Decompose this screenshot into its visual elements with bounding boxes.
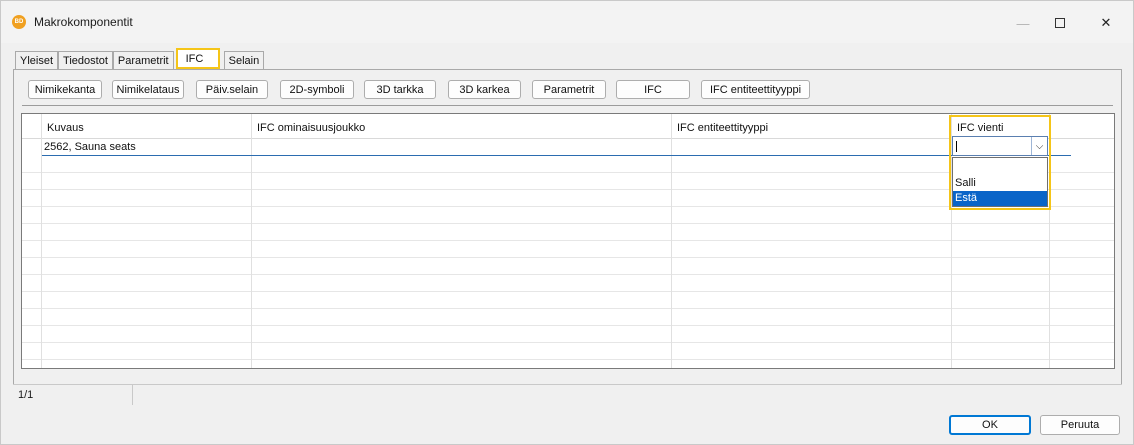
component-grid[interactable]: Kuvaus IFC ominaisuusjoukko IFC entiteet…	[21, 113, 1115, 369]
text-caret	[956, 141, 957, 152]
ifc-vienti-dropdown-list: Salli Estä	[952, 157, 1048, 207]
app-logo-icon: BD	[12, 15, 26, 29]
toolbar-divider	[22, 105, 1113, 106]
parametrit-button[interactable]: Parametrit	[532, 80, 606, 99]
close-button[interactable]: ✕	[1084, 9, 1128, 37]
ifc-entiteettityyppi-button[interactable]: IFC entiteettityyppi	[701, 80, 810, 99]
2d-symboli-button[interactable]: 2D-symboli	[280, 80, 354, 99]
chevron-down-icon[interactable]: ⌵	[1031, 137, 1047, 155]
paiv-selain-button[interactable]: Päiv.selain	[196, 80, 268, 99]
3d-karkea-button[interactable]: 3D karkea	[448, 80, 521, 99]
selected-row-underline	[42, 155, 1071, 156]
nimikelataus-button[interactable]: Nimikelataus	[112, 80, 184, 99]
3d-tarkka-button[interactable]: 3D tarkka	[364, 80, 436, 99]
grid-body: Kuvaus IFC ominaisuusjoukko IFC entiteet…	[22, 114, 1114, 368]
maximize-button[interactable]	[1038, 9, 1082, 37]
tab-selain[interactable]: Selain	[223, 51, 265, 69]
close-icon: ✕	[1100, 15, 1112, 30]
tab-tiedostot[interactable]: Tiedostot	[58, 51, 113, 69]
cell-kuvaus[interactable]: 2562, Sauna seats	[42, 140, 251, 156]
cell-ifc-ominaisuusjoukko[interactable]	[252, 140, 671, 156]
cancel-button[interactable]: Peruuta	[1040, 415, 1120, 435]
status-bar: 1/1	[13, 384, 1122, 405]
record-counter: 1/1	[18, 389, 34, 401]
window-title: Makrokomponentit	[34, 15, 133, 29]
ok-button[interactable]: OK	[949, 415, 1031, 435]
dropdown-option-salli[interactable]: Salli	[953, 176, 1047, 191]
ifc-button[interactable]: IFC	[616, 80, 690, 99]
column-header-ifc-ominaisuusjoukko[interactable]: IFC ominaisuusjoukko	[257, 122, 365, 134]
column-header-ifc-vienti[interactable]: IFC vienti	[957, 122, 1003, 134]
cell-ifc-entiteettityyppi[interactable]	[672, 140, 951, 156]
dropdown-option-esta[interactable]: Estä	[953, 191, 1047, 206]
column-header-ifc-entiteettityyppi[interactable]: IFC entiteettityyppi	[677, 122, 768, 134]
tab-yleiset[interactable]: Yleiset	[15, 51, 59, 69]
tab-parametrit[interactable]: Parametrit	[112, 51, 174, 69]
dropdown-option-empty[interactable]	[953, 160, 1047, 175]
minimize-icon: —	[1016, 15, 1030, 31]
macro-components-window: BD Makrokomponentit — ✕ Yleiset Tiedosto…	[0, 0, 1134, 445]
status-divider	[132, 385, 133, 405]
tab-strip: Yleiset Tiedostot Parametrit IFC Selain	[15, 48, 265, 69]
maximize-icon	[1055, 18, 1065, 28]
title-bar: BD Makrokomponentit — ✕	[1, 1, 1133, 43]
tab-ifc[interactable]: IFC	[175, 48, 220, 69]
ifc-vienti-combobox[interactable]: ⌵	[952, 136, 1048, 156]
nimikekanta-button[interactable]: Nimikekanta	[28, 80, 102, 99]
column-header-kuvaus[interactable]: Kuvaus	[47, 122, 84, 134]
